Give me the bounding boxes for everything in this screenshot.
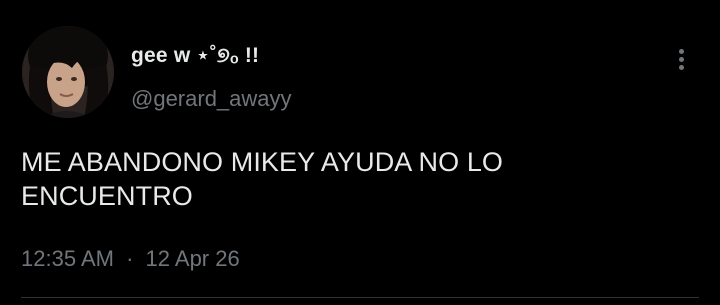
avatar-image bbox=[22, 26, 114, 118]
meta-separator: · bbox=[126, 246, 134, 271]
user-handle[interactable]: @gerard_awayy bbox=[131, 86, 292, 112]
tweet-text: ME ABANDONO MIKEY AYUDA NO LO ENCUENTRO bbox=[21, 147, 504, 211]
avatar[interactable] bbox=[22, 26, 114, 118]
tweet-date[interactable]: 12 Apr 26 bbox=[146, 246, 240, 271]
more-options-button[interactable] bbox=[668, 44, 694, 74]
tweet-card: gee w ⋆˚୭ₒ !! @gerard_awayy ME ABANDONO … bbox=[0, 0, 720, 305]
tweet-time[interactable]: 12:35 AM bbox=[21, 246, 114, 271]
tweet-timestamp[interactable]: 12:35 AM · 12 Apr 26 bbox=[21, 246, 240, 272]
more-vertical-icon bbox=[678, 48, 684, 54]
display-name[interactable]: gee w ⋆˚୭ₒ !! bbox=[131, 43, 259, 68]
more-vertical-icon-dot-3 bbox=[678, 64, 684, 70]
display-name-row[interactable]: gee w ⋆˚୭ₒ !! bbox=[131, 43, 259, 68]
more-vertical-icon-dot-2 bbox=[678, 56, 684, 62]
divider bbox=[21, 297, 699, 298]
